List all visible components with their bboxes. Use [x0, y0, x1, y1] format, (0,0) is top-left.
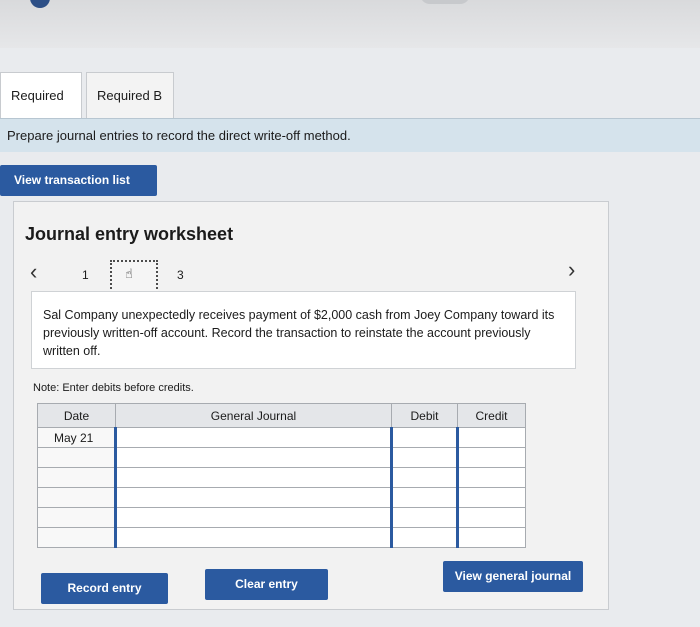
debit-input[interactable]: [390, 527, 458, 548]
tab-required-a[interactable]: Required A: [0, 72, 82, 149]
transaction-description: Sal Company unexpectedly receives paymen…: [31, 291, 576, 369]
date-cell: [37, 527, 116, 548]
tab-required-b[interactable]: Required B: [86, 72, 174, 118]
account-input[interactable]: [114, 467, 392, 488]
date-cell: [37, 467, 116, 488]
debit-input[interactable]: [390, 487, 458, 508]
view-transaction-list-button[interactable]: View transaction list: [0, 165, 157, 196]
view-general-journal-button[interactable]: View general journal: [443, 561, 583, 592]
credit-input[interactable]: [456, 467, 526, 488]
date-cell: [37, 487, 116, 508]
requirement-tabs: Required A Required B: [0, 72, 700, 149]
debit-input[interactable]: [390, 507, 458, 528]
header-general-journal: General Journal: [115, 403, 392, 428]
credit-input[interactable]: [456, 487, 526, 508]
credit-input[interactable]: [456, 507, 526, 528]
instruction-text: Prepare journal entries to record the di…: [0, 118, 700, 152]
account-input[interactable]: [114, 427, 392, 448]
clear-entry-button[interactable]: Clear entry: [205, 569, 328, 600]
debit-input[interactable]: [390, 447, 458, 468]
worksheet-title: Journal entry worksheet: [25, 224, 234, 244]
account-input[interactable]: [114, 447, 392, 468]
header-debit: Debit: [391, 403, 458, 428]
date-cell: May 21: [37, 427, 116, 448]
date-cell: [37, 447, 116, 468]
page-1-link[interactable]: 1: [82, 268, 89, 282]
table-row: [37, 527, 526, 548]
table-row: [37, 447, 526, 468]
table-row: May 21: [37, 427, 526, 448]
table-row: [37, 487, 526, 508]
page-3-link[interactable]: 3: [177, 268, 184, 282]
account-input[interactable]: [114, 507, 392, 528]
top-bar: [0, 0, 700, 48]
journal-grid: Date General Journal Debit Credit May 21: [37, 403, 526, 548]
header-date: Date: [37, 403, 116, 428]
previous-chevron-icon[interactable]: ‹: [30, 259, 37, 285]
date-cell: [37, 507, 116, 528]
debit-input[interactable]: [390, 427, 458, 448]
app-logo-icon: [30, 0, 50, 8]
credit-input[interactable]: [456, 427, 526, 448]
debit-input[interactable]: [390, 467, 458, 488]
header-credit: Credit: [457, 403, 526, 428]
hand-pointer-icon: ☝: [125, 266, 133, 281]
credit-input[interactable]: [456, 527, 526, 548]
next-chevron-icon[interactable]: ›: [568, 257, 575, 283]
credit-input[interactable]: [456, 447, 526, 468]
saved-status-badge: [420, 0, 470, 4]
debits-note: Note: Enter debits before credits.: [33, 382, 194, 394]
table-row: [37, 467, 526, 488]
account-input[interactable]: [114, 527, 392, 548]
account-input[interactable]: [114, 487, 392, 508]
table-row: [37, 507, 526, 528]
record-entry-button[interactable]: Record entry: [41, 573, 168, 604]
